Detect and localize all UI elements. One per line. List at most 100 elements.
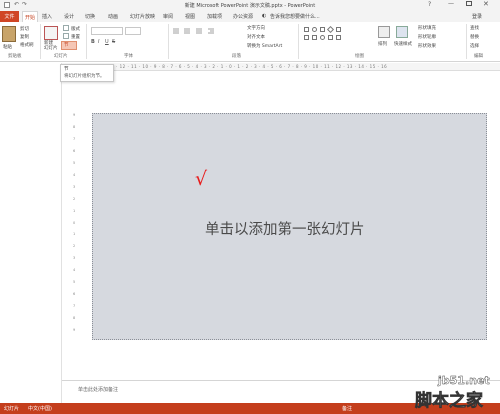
shape-effects-button[interactable]: 形状效果 [418, 43, 436, 49]
new-slide-icon[interactable] [44, 26, 58, 40]
vruler-tick: 2 [73, 196, 76, 201]
vruler-tick: 5 [73, 160, 76, 165]
arrange-button[interactable]: 排列 [378, 41, 387, 47]
tab-addins[interactable]: 加载项 [207, 13, 222, 20]
diamond-icon[interactable] [326, 25, 335, 34]
reset-icon[interactable] [63, 33, 69, 39]
tab-file[interactable]: 文件 [0, 11, 19, 22]
format-painter-button[interactable]: 格式刷 [20, 42, 34, 48]
sign-in-link[interactable]: 登录 [472, 13, 482, 20]
tab-insert[interactable]: 插入 [42, 13, 52, 20]
arrange-icon[interactable] [378, 26, 390, 38]
italic-button[interactable]: I [98, 39, 99, 45]
tab-slideshow[interactable]: 幻灯片放映 [130, 13, 155, 20]
shape-fill-button[interactable]: 形状填充 [418, 25, 436, 31]
paragraph-icons[interactable] [172, 27, 236, 35]
notes-toggle-button[interactable]: 备注 [342, 405, 352, 412]
font-name-box[interactable] [91, 27, 123, 35]
help-button[interactable]: ? [428, 1, 431, 8]
tab-design[interactable]: 设计 [64, 13, 74, 20]
select-button[interactable]: 选择 [470, 43, 479, 49]
layout-icon[interactable] [63, 25, 69, 31]
line-icon[interactable] [304, 35, 309, 40]
shapes-gallery[interactable] [302, 25, 370, 45]
oval-icon[interactable] [312, 27, 317, 32]
maximize-button[interactable] [466, 1, 472, 6]
convert-smartart-button[interactable]: 转换为 SmartArt [247, 43, 282, 49]
tab-review[interactable]: 审阅 [163, 13, 173, 20]
cut-button[interactable]: 剪切 [20, 26, 29, 32]
status-slide-count: 幻灯片 [4, 406, 20, 412]
text-direction-button[interactable]: 文字方向 [247, 25, 265, 31]
triangle-icon[interactable] [312, 35, 317, 40]
undo-icon[interactable]: ↶ [14, 1, 19, 8]
status-language[interactable]: 中文(中国) [28, 405, 52, 412]
tab-office-resources[interactable]: 办公资源 [233, 13, 253, 20]
tooltip-description: 将幻灯片组织为节。 [64, 74, 105, 79]
vruler-tick: 7 [73, 304, 76, 309]
minimize-button[interactable]: — [448, 0, 454, 7]
vruler-tick: 8 [73, 316, 76, 321]
tab-view[interactable]: 视图 [185, 13, 195, 20]
vruler-tick: 3 [73, 184, 76, 189]
vruler-tick: 5 [73, 280, 76, 285]
find-button[interactable]: 查找 [470, 25, 479, 31]
notes-placeholder[interactable]: 单击此处添加备注 [78, 386, 118, 393]
vruler-tick: 4 [73, 268, 76, 273]
brace-icon[interactable] [336, 35, 341, 40]
tab-transitions[interactable]: 切换 [85, 13, 95, 20]
arrow-icon[interactable] [336, 27, 341, 32]
redo-icon[interactable]: ↷ [22, 1, 27, 8]
new-slide-label[interactable]: 新建 幻灯片 [44, 41, 60, 51]
ribbon-tabs: 文件 开始 插入 设计 切换 动画 幻灯片放映 审阅 视图 加载项 办公资源 ◐… [0, 11, 500, 22]
shape-outline-button[interactable]: 形状轮廓 [418, 34, 436, 40]
notes-divider [62, 380, 500, 381]
vruler-tick: 6 [73, 148, 76, 153]
circle-icon[interactable] [320, 35, 325, 40]
close-button[interactable]: ✕ [483, 0, 489, 8]
tooltip-title: 节 [64, 67, 69, 72]
divider [86, 24, 87, 59]
tab-home[interactable]: 开始 [22, 11, 38, 22]
rectangle-icon[interactable] [304, 27, 309, 32]
thumbnail-pane[interactable] [0, 63, 62, 403]
quick-styles-button[interactable]: 快速样式 [394, 41, 412, 47]
font-size-box[interactable] [125, 27, 141, 35]
group-label-paragraph: 段落 [232, 54, 241, 59]
group-label-slides: 幻灯片 [54, 54, 68, 59]
paste-icon[interactable] [2, 26, 16, 42]
vruler-tick: 2 [73, 244, 76, 249]
star-icon[interactable] [328, 35, 333, 40]
vruler-tick: 4 [73, 172, 76, 177]
lightbulb-icon: ◐ [262, 13, 267, 19]
tell-me-box[interactable]: 告诉我您想要做什么... [270, 13, 320, 20]
replace-button[interactable]: 替换 [470, 34, 479, 40]
vruler-tick: 6 [73, 292, 76, 297]
paste-label[interactable]: 粘贴 [3, 44, 12, 50]
group-label-editing: 编辑 [474, 54, 483, 59]
align-text-button[interactable]: 对齐文本 [247, 34, 265, 40]
vruler-tick: 8 [73, 124, 76, 129]
vruler-tick: 9 [73, 113, 76, 117]
watermark-text: 脚本之家 [415, 391, 484, 412]
bold-button[interactable]: B [91, 39, 95, 45]
group-label-drawing: 绘图 [355, 54, 364, 59]
rounded-rect-icon[interactable] [320, 27, 325, 32]
checkmark-annotation: √ [195, 168, 208, 190]
vruler-tick: 9 [73, 328, 76, 333]
quick-styles-icon[interactable] [396, 26, 408, 38]
reset-button[interactable]: 重置 [71, 34, 80, 40]
tab-animations[interactable]: 动画 [108, 13, 118, 20]
layout-button[interactable]: 版式 [71, 26, 80, 32]
ruler-labels: 16 · 15 · 14 · 13 · 12 · 11 · 10 · 9 · 8… [74, 64, 388, 69]
underline-button[interactable]: U [105, 39, 109, 45]
copy-button[interactable]: 复制 [20, 34, 29, 40]
add-first-slide-placeholder[interactable]: 单击以添加第一张幻灯片 [205, 218, 385, 239]
divider [466, 24, 467, 59]
vruler-tick: 1 [73, 232, 76, 237]
vruler-tick: 7 [73, 136, 76, 141]
vruler-tick: 0 [73, 220, 76, 225]
divider [168, 24, 169, 59]
strikethrough-button[interactable]: S [112, 39, 115, 45]
save-icon[interactable] [4, 2, 10, 8]
